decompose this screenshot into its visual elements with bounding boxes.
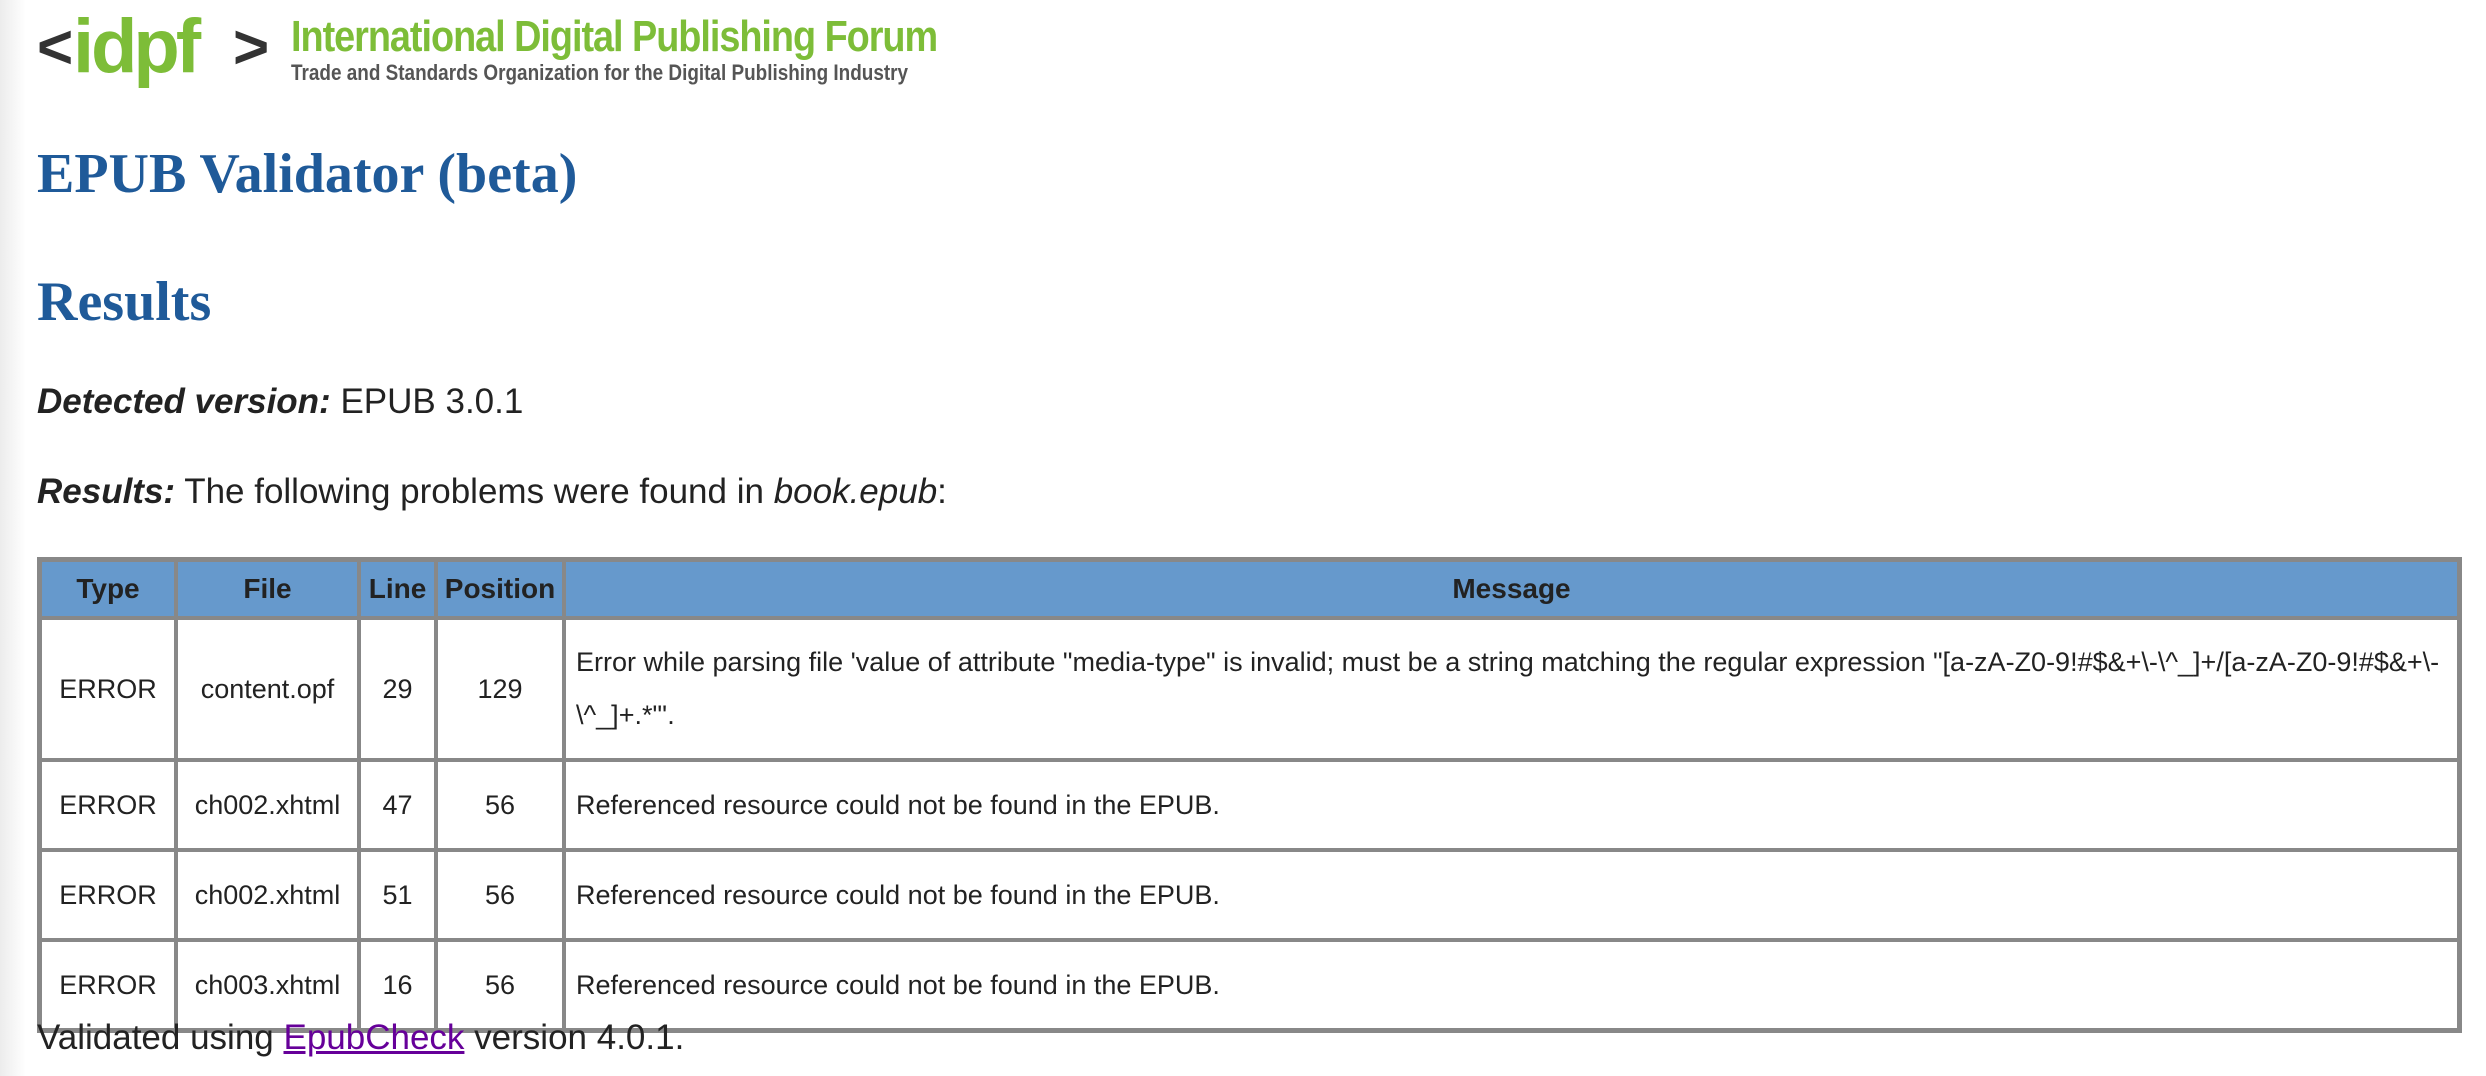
detected-version-value: EPUB 3.0.1: [340, 382, 524, 421]
cell-position: 56: [436, 760, 564, 850]
page-title: EPUB Validator (beta): [37, 143, 578, 205]
cell-message: Referenced resource could not be found i…: [564, 850, 2459, 940]
org-tagline: Trade and Standards Organization for the…: [291, 60, 909, 85]
detected-version-line: Detected version: EPUB 3.0.1: [37, 382, 523, 422]
col-header-message: Message: [564, 560, 2459, 618]
cell-message: Error while parsing file 'value of attri…: [564, 618, 2459, 760]
results-summary-file: book.epub: [773, 472, 938, 511]
validation-footer: Validated using EpubCheck version 4.0.1.: [37, 1018, 684, 1058]
table-row: ERROR ch003.xhtml 16 56 Referenced resou…: [40, 940, 2459, 1030]
table-header-row: Type File Line Position Message: [40, 560, 2459, 618]
results-summary-text: The following problems were found in: [184, 472, 764, 511]
results-summary-suffix: :: [937, 472, 947, 511]
site-header: < i dpf > International Digital Publishi…: [37, 0, 2462, 110]
table-row: ERROR content.opf 29 129 Error while par…: [40, 618, 2459, 760]
cell-line: 29: [359, 618, 436, 760]
cell-position: 56: [436, 850, 564, 940]
cell-type: ERROR: [40, 618, 176, 760]
results-summary-line: Results: The following problems were fou…: [37, 472, 947, 512]
page: < i dpf > International Digital Publishi…: [37, 0, 2462, 1057]
idpf-logo[interactable]: < i dpf >: [37, 4, 277, 104]
svg-text:<: <: [37, 13, 73, 82]
cell-message: Referenced resource could not be found i…: [564, 760, 2459, 850]
epubcheck-link[interactable]: EpubCheck: [283, 1018, 464, 1057]
left-edge-shadow: [0, 0, 26, 1076]
footer-prefix: Validated using: [37, 1018, 274, 1057]
cell-position: 56: [436, 940, 564, 1030]
cell-line: 51: [359, 850, 436, 940]
svg-text:i: i: [73, 4, 90, 89]
results-summary-label: Results:: [37, 472, 176, 511]
problems-table: Type File Line Position Message ERROR co…: [37, 557, 2462, 1033]
svg-text:dpf: dpf: [91, 4, 202, 89]
col-header-line: Line: [359, 560, 436, 618]
cell-type: ERROR: [40, 940, 176, 1030]
org-name: International Digital Publishing Forum: [291, 12, 938, 61]
table-row: ERROR ch002.xhtml 47 56 Referenced resou…: [40, 760, 2459, 850]
cell-file: ch003.xhtml: [176, 940, 359, 1030]
table-row: ERROR ch002.xhtml 51 56 Referenced resou…: [40, 850, 2459, 940]
col-header-file: File: [176, 560, 359, 618]
cell-type: ERROR: [40, 850, 176, 940]
detected-version-label: Detected version:: [37, 382, 331, 421]
svg-text:>: >: [233, 13, 269, 82]
results-heading: Results: [37, 271, 212, 333]
col-header-position: Position: [436, 560, 564, 618]
cell-file: content.opf: [176, 618, 359, 760]
cell-file: ch002.xhtml: [176, 850, 359, 940]
cell-message: Referenced resource could not be found i…: [564, 940, 2459, 1030]
cell-line: 16: [359, 940, 436, 1030]
footer-suffix: version 4.0.1.: [474, 1018, 685, 1057]
col-header-type: Type: [40, 560, 176, 618]
cell-position: 129: [436, 618, 564, 760]
cell-line: 47: [359, 760, 436, 850]
cell-file: ch002.xhtml: [176, 760, 359, 850]
cell-type: ERROR: [40, 760, 176, 850]
